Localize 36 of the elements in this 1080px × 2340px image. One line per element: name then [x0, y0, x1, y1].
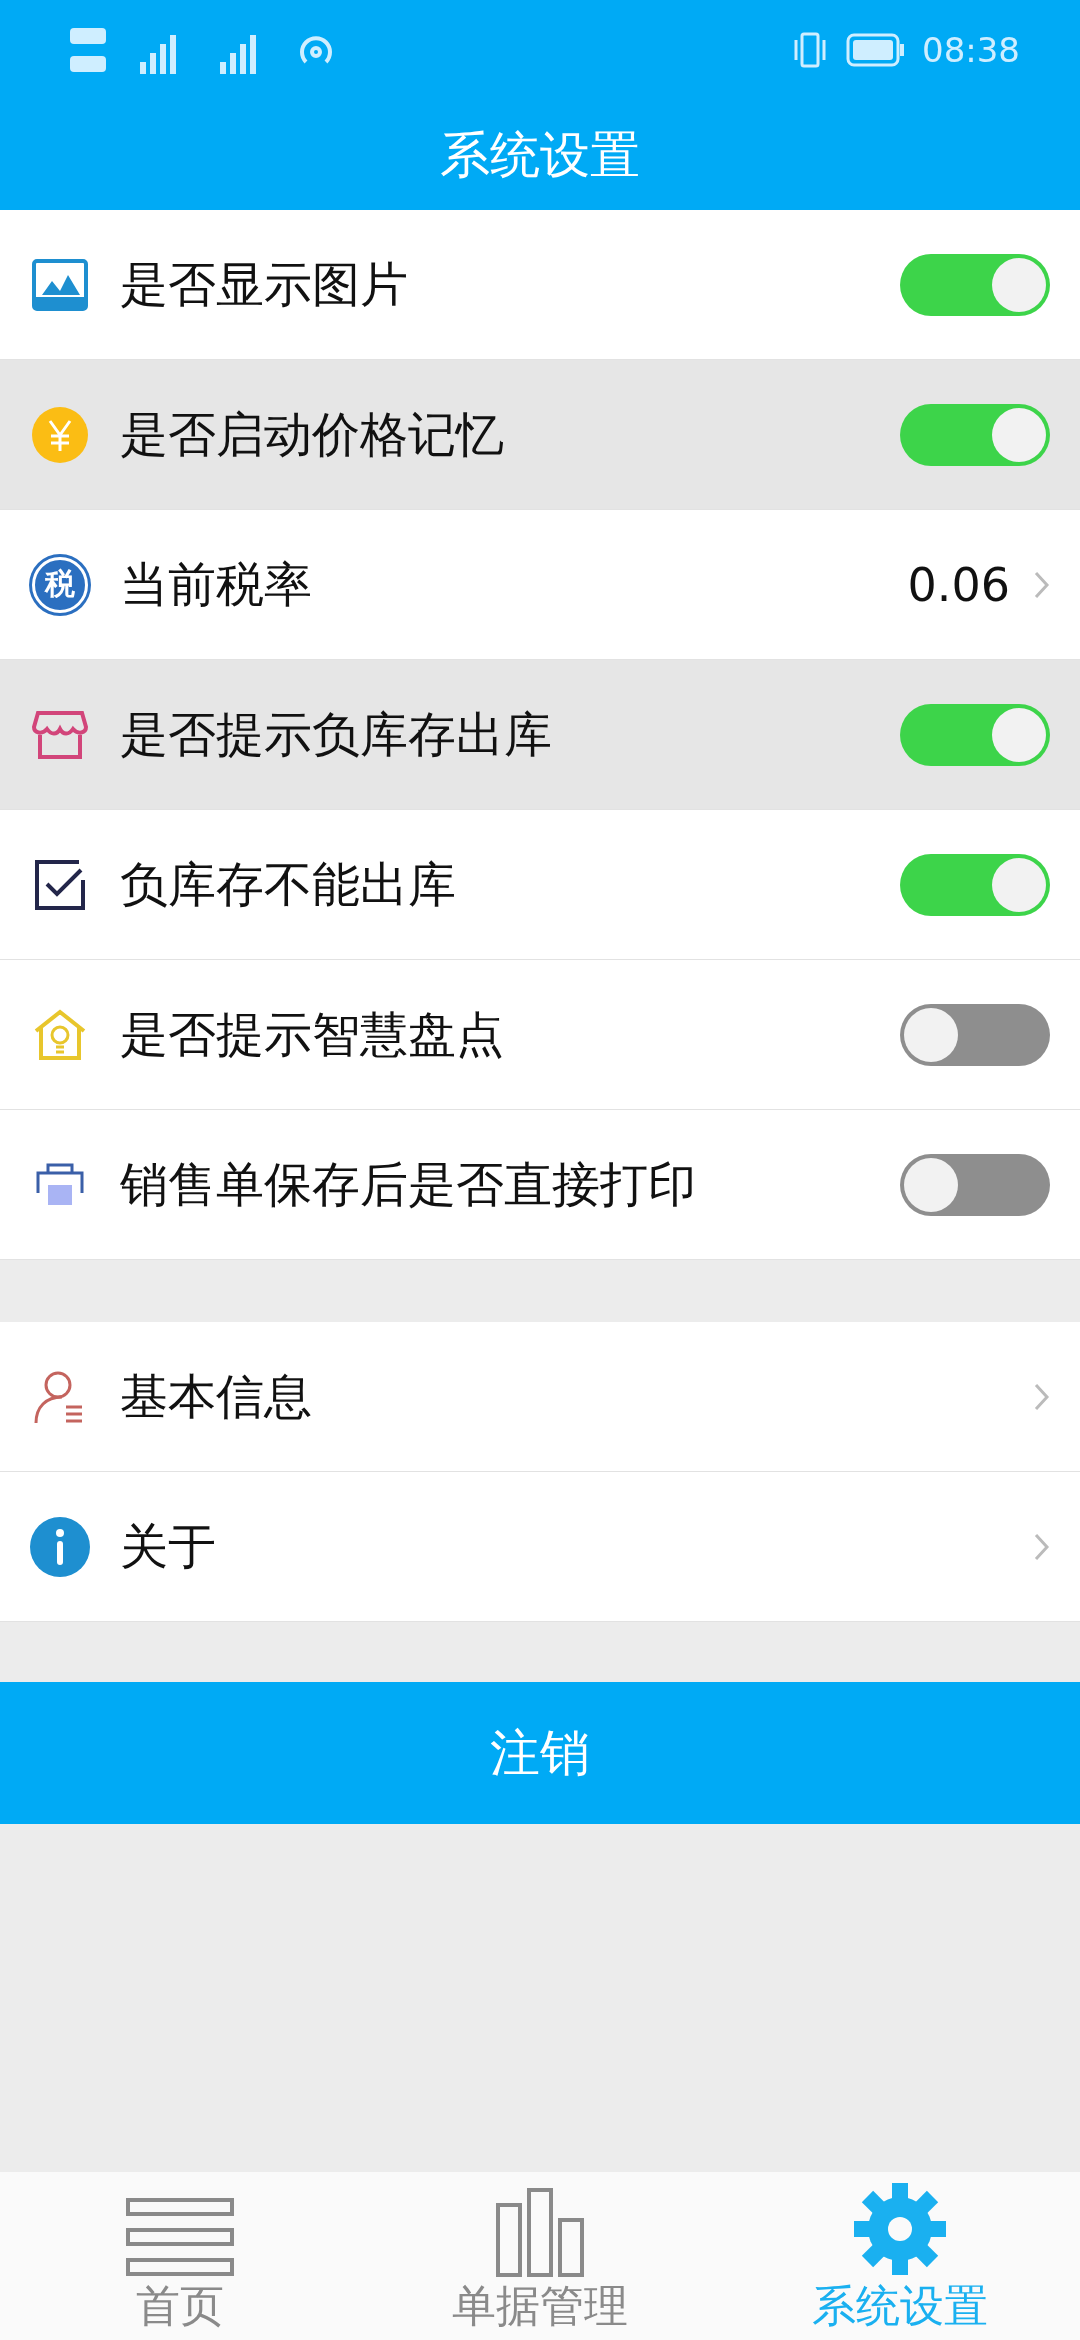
- house-bulb-icon: [32, 1008, 88, 1061]
- settings-row[interactable]: 负库存不能出库: [0, 810, 1080, 960]
- chevron-right-icon: [1034, 570, 1050, 599]
- setting-label: 负库存不能出库: [120, 854, 457, 914]
- tax-badge-icon: 税: [32, 556, 88, 613]
- menu-row[interactable]: 关于: [0, 1472, 1080, 1622]
- status-time: 08:38: [922, 30, 1020, 70]
- menu-label: 基本信息: [120, 1366, 313, 1426]
- setting-label: 当前税率: [120, 554, 313, 614]
- settings-row[interactable]: 是否显示图片: [0, 210, 1080, 360]
- store-icon: [32, 708, 88, 761]
- printer-icon: [36, 1162, 84, 1207]
- setting-value: 0.06: [907, 557, 1010, 612]
- menu-label: 关于: [120, 1516, 217, 1576]
- checkbox-icon: [33, 857, 87, 912]
- setting-label: 是否提示负库存出库: [120, 704, 553, 764]
- setting-label: 是否提示智慧盘点: [120, 1004, 505, 1064]
- list-icon: [125, 2197, 235, 2277]
- setting-label: 是否启动价格记忆: [120, 404, 505, 464]
- battery-icon: [846, 33, 906, 67]
- info-icon: [30, 1516, 90, 1577]
- chevron-right-icon: [1034, 1532, 1050, 1561]
- bar-columns-icon: [495, 2187, 585, 2277]
- settings-row[interactable]: 是否提示智慧盘点: [0, 960, 1080, 1110]
- settings-icon: [852, 2181, 948, 2277]
- menu-row[interactable]: 基本信息: [0, 1322, 1080, 1472]
- setting-label: 是否显示图片: [120, 254, 409, 314]
- picture-frame-icon: [32, 258, 88, 311]
- setting-label: 销售单保存后是否直接打印: [120, 1154, 697, 1214]
- yen-coin-icon: [32, 406, 88, 463]
- settings-row[interactable]: 销售单保存后是否直接打印: [0, 1110, 1080, 1260]
- chevron-right-icon: [1034, 1382, 1050, 1411]
- page-title: 系统设置: [440, 125, 640, 186]
- settings-row[interactable]: 是否启动价格记忆: [0, 360, 1080, 510]
- settings-row[interactable]: 税 当前税率 0.06: [0, 510, 1080, 660]
- settings-row[interactable]: 是否提示负库存出库: [0, 660, 1080, 810]
